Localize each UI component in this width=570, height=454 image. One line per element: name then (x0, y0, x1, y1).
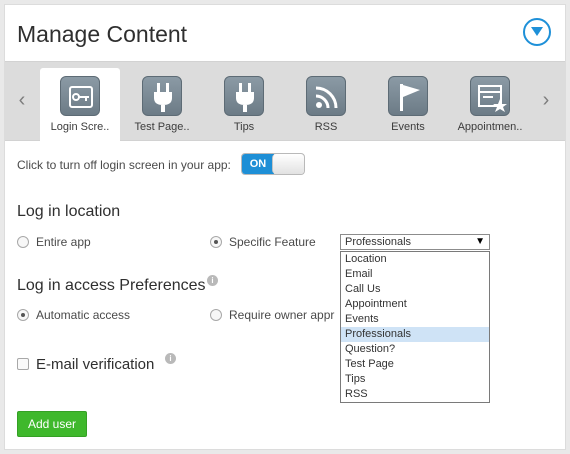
manage-content-panel: Manage Content ‹ Login Scre.. Test Page.… (4, 4, 566, 450)
tab-tips[interactable]: Tips (204, 68, 284, 142)
dropdown-option[interactable]: Tips (341, 372, 489, 387)
feature-dropdown-list: Location Email Call Us Appointment Event… (340, 251, 490, 403)
radio-entire-app[interactable] (17, 236, 29, 248)
feature-select[interactable]: Professionals ▼ (340, 234, 490, 250)
feature-select-value: Professionals (345, 236, 412, 248)
radio-label-specific-feature: Specific Feature (229, 235, 316, 249)
radio-automatic-access[interactable] (17, 309, 29, 321)
login-screen-toggle[interactable]: ON (241, 153, 305, 175)
radio-require-owner-approval[interactable] (210, 309, 222, 321)
scroll-left-arrow-icon[interactable]: ‹ (15, 90, 29, 110)
dropdown-option[interactable]: Call Us (341, 282, 489, 297)
tab-label: RSS (314, 121, 338, 133)
plug-icon (224, 76, 264, 116)
tab-login-screen[interactable]: Login Scre.. (40, 68, 120, 142)
calendar-star-icon (470, 76, 510, 116)
dropdown-option[interactable]: Location (341, 252, 489, 267)
dropdown-arrow-icon: ▼ (475, 236, 485, 247)
tab-rss[interactable]: RSS (286, 68, 366, 142)
radio-label-entire-app: Entire app (36, 235, 91, 249)
radio-label-require-owner-approval: Require owner appr (229, 308, 335, 322)
dropdown-option-selected[interactable]: Professionals (341, 327, 489, 342)
scroll-right-arrow-icon[interactable]: › (539, 90, 553, 110)
radio-label-automatic-access: Automatic access (36, 308, 131, 322)
access-preferences-heading: Log in access Preferences (17, 277, 206, 294)
chevron-down-icon (531, 27, 543, 36)
info-icon[interactable]: i (207, 275, 218, 286)
toggle-knob (272, 154, 304, 174)
tab-appointment[interactable]: Appointmen.. (450, 68, 530, 142)
tab-label: Login Scre.. (50, 121, 110, 133)
page-title: Manage Content (17, 21, 188, 47)
rss-icon (306, 76, 346, 116)
email-verification-checkbox[interactable] (17, 358, 29, 370)
plug-icon (142, 76, 182, 116)
tab-label: Events (391, 121, 425, 133)
dropdown-option[interactable]: Question? (341, 342, 489, 357)
dropdown-option[interactable]: Email (341, 267, 489, 282)
add-user-button[interactable]: Add user (17, 411, 87, 437)
login-toggle-label: Click to turn off login screen in your a… (17, 158, 231, 172)
email-verification-label: E-mail verification (36, 356, 155, 373)
tab-events[interactable]: Events (368, 68, 448, 142)
collapse-toggle-button[interactable] (523, 18, 551, 46)
dropdown-option[interactable]: RSS (341, 387, 489, 402)
toggle-state: ON (242, 154, 274, 174)
key-card-icon (60, 76, 100, 116)
dropdown-option[interactable]: Events (341, 312, 489, 327)
tab-test-page[interactable]: Test Page.. (122, 68, 202, 142)
flag-icon (388, 76, 428, 116)
dropdown-option[interactable]: Test Page (341, 357, 489, 372)
tab-label: Appointmen.. (457, 121, 523, 133)
tab-label: Test Page.. (134, 121, 190, 133)
radio-specific-feature[interactable] (210, 236, 222, 248)
tab-label: Tips (233, 121, 255, 133)
info-icon[interactable]: i (165, 353, 176, 364)
feature-tab-bar: ‹ Login Scre.. Test Page.. Tips RSS Even… (5, 61, 565, 142)
login-location-heading: Log in location (17, 203, 121, 220)
dropdown-option[interactable]: Appointment (341, 297, 489, 312)
